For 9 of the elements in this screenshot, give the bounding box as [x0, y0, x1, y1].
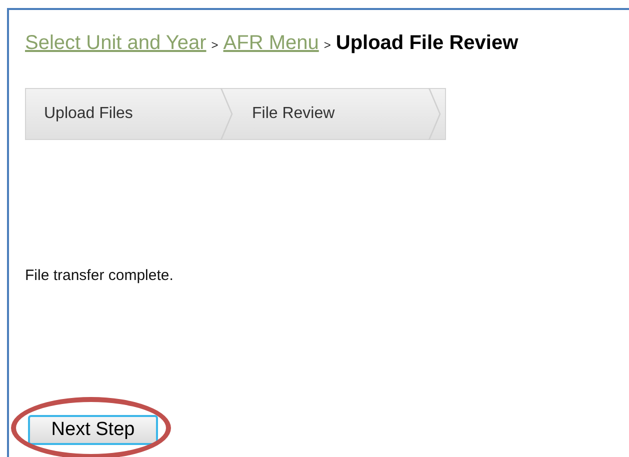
step-item: Upload Files: [26, 89, 234, 139]
breadcrumb-separator: >: [324, 38, 331, 52]
step-item: File Review: [234, 89, 442, 139]
page-title: Upload File Review: [336, 32, 518, 55]
breadcrumb-separator: >: [211, 38, 218, 52]
breadcrumb-link[interactable]: Select Unit and Year: [25, 32, 206, 55]
breadcrumb-link[interactable]: AFR Menu: [223, 32, 319, 55]
status-message: File transfer complete.: [25, 267, 174, 284]
next-step-button[interactable]: Next Step: [28, 415, 158, 445]
